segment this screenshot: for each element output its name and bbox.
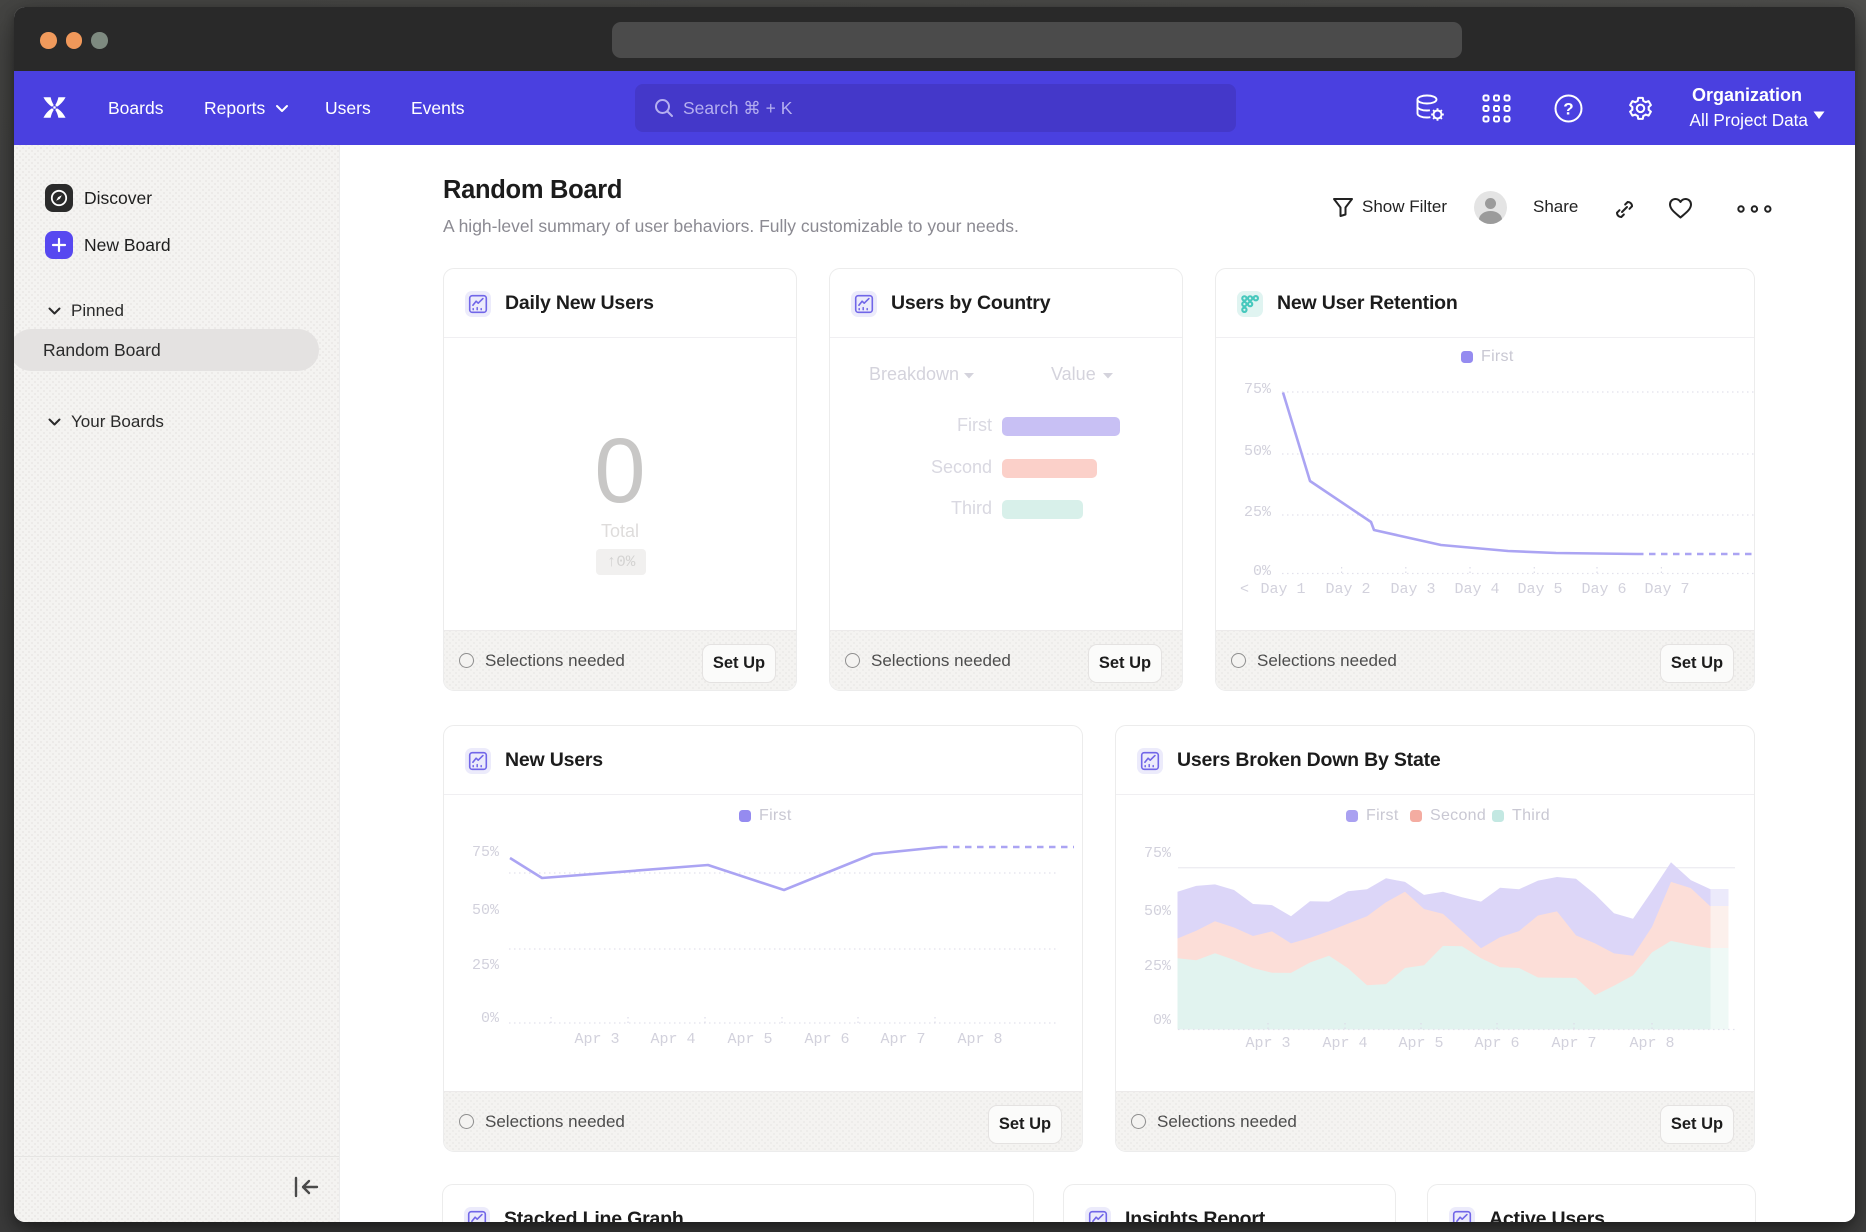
svg-text:?: ? <box>1563 100 1573 119</box>
